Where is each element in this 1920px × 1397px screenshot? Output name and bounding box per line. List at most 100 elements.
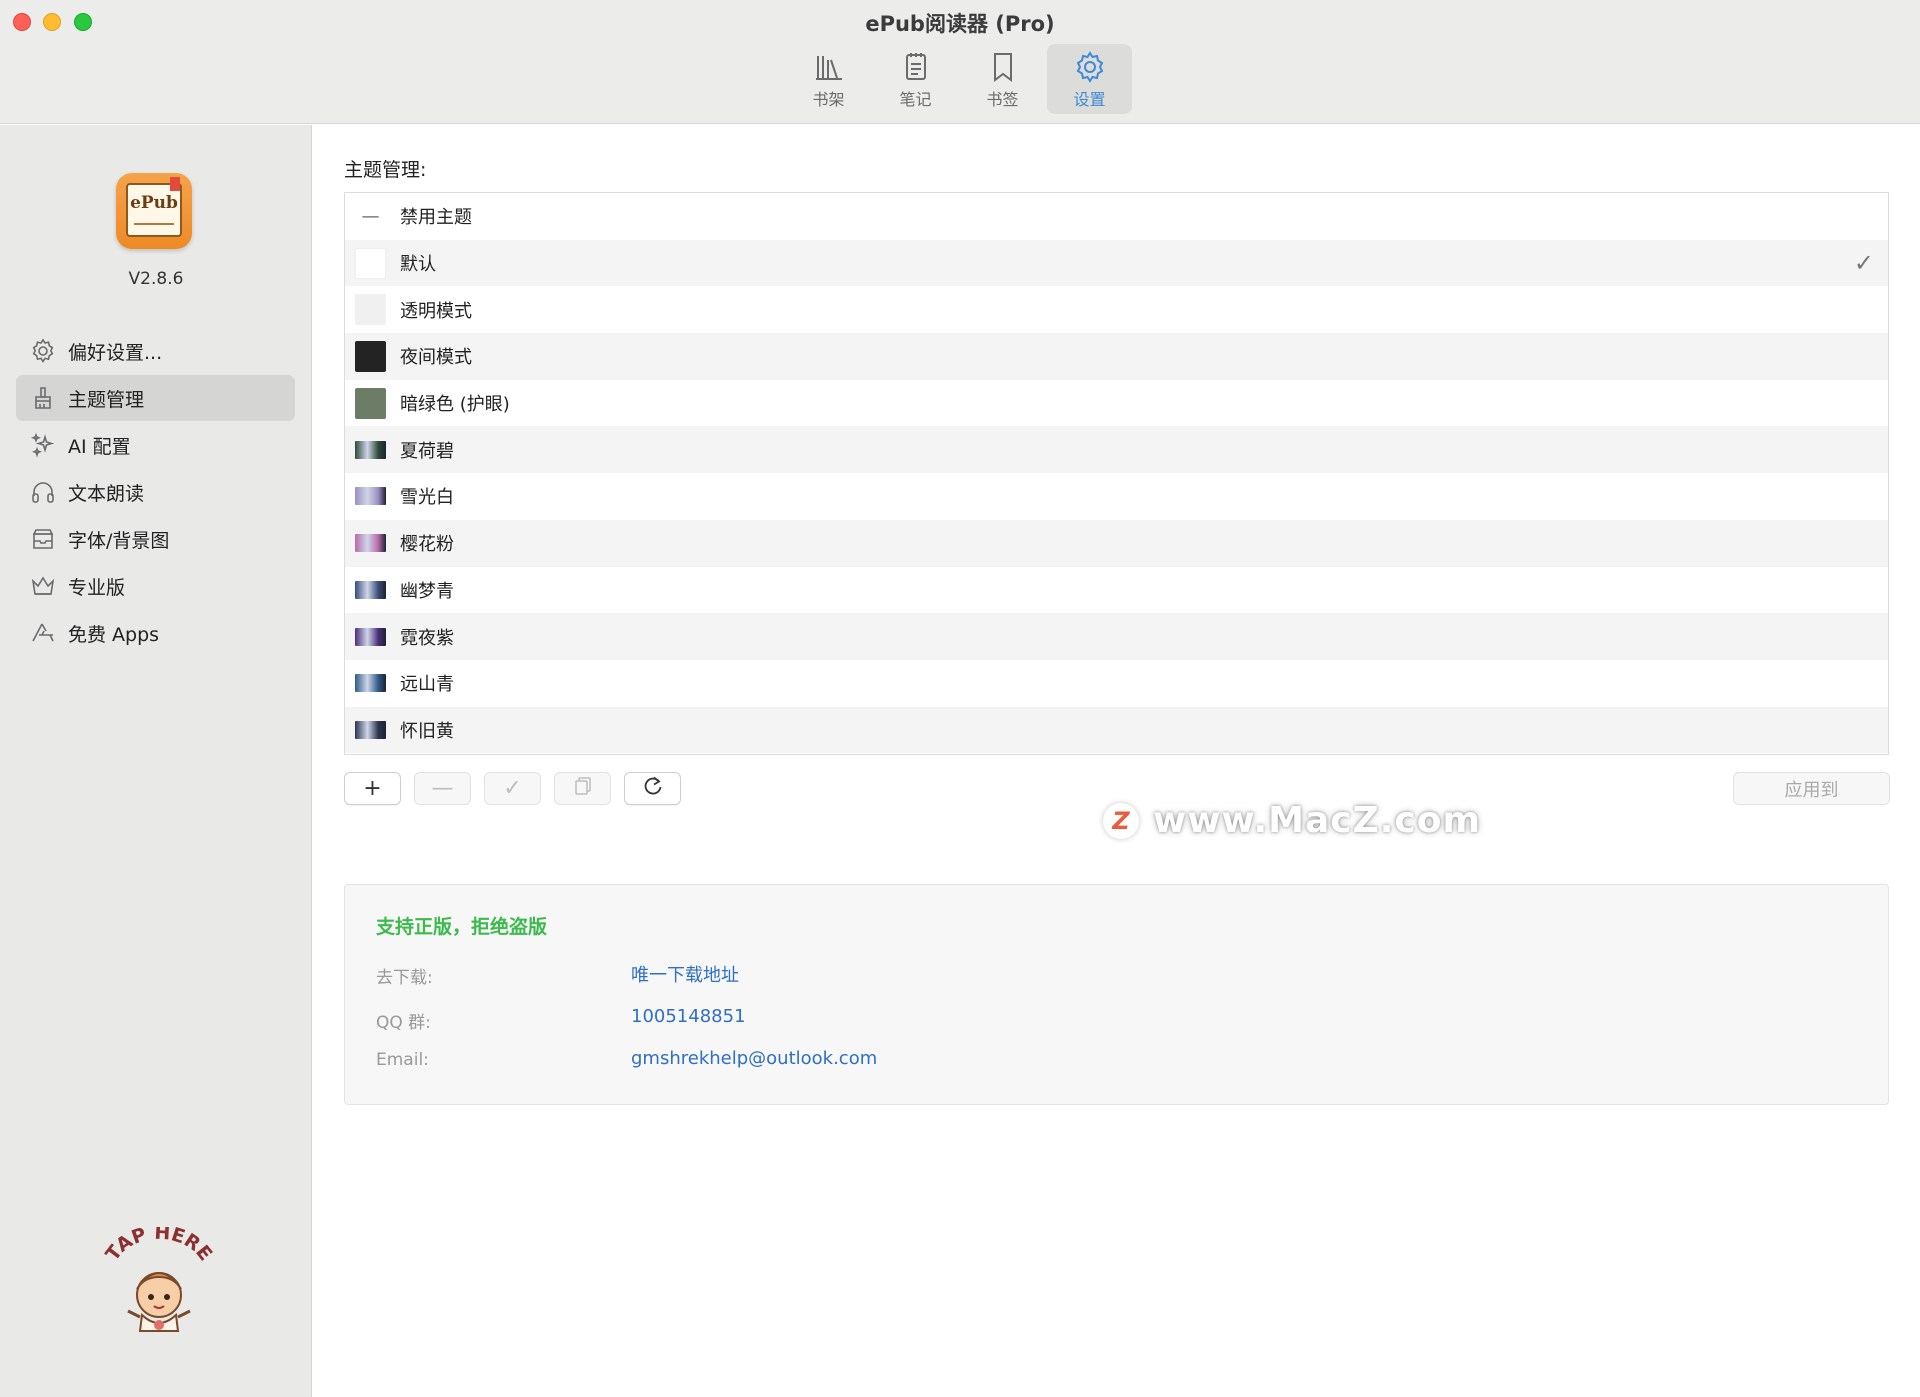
theme-name: 霓夜紫 [400, 627, 454, 649]
theme-swatch [355, 627, 386, 646]
sidebar-nav: 偏好设置... 主题管理 AI 配置 文本朗读 字体/背景图 专业版 免费 Ap… [16, 328, 295, 657]
theme-swatch [355, 294, 386, 326]
app-logo-text: ePub [130, 193, 178, 213]
theme-swatch [355, 340, 386, 372]
theme-name: 透明模式 [400, 300, 472, 322]
sidebar-item-theme-management[interactable]: 主题管理 [16, 375, 295, 421]
sidebar-item-text-to-speech[interactable]: 文本朗读 [16, 469, 295, 515]
theme-name: 雪光白 [400, 487, 454, 509]
sidebar-item-ai-config[interactable]: AI 配置 [16, 422, 295, 468]
toolbar-tabs: 书架 笔记 书签 设置 [786, 44, 1132, 114]
theme-action-buttons: + — ✓ [344, 772, 681, 806]
theme-swatch [355, 580, 386, 599]
theme-name: 远山青 [400, 674, 454, 696]
book-icon: ePub [126, 183, 182, 237]
gear-icon [30, 338, 56, 364]
window-title: ePub阅读器 (Pro) [865, 12, 1055, 36]
theme-row[interactable]: 暗绿色 (护眼) [345, 380, 1888, 427]
theme-swatch [355, 247, 386, 279]
theme-row[interactable]: 霓夜紫 [345, 613, 1888, 660]
theme-row[interactable]: 透明模式 [345, 286, 1888, 333]
tab-label: 笔记 [899, 90, 932, 109]
bookshelf-icon [812, 50, 846, 84]
tab-label: 设置 [1073, 90, 1106, 109]
section-title: 主题管理: [344, 159, 427, 181]
theme-row[interactable]: 樱花粉 [345, 519, 1888, 567]
main-panel: 主题管理: — 禁用主题默认 ✓ 透明模式夜间模式暗绿色 (护眼) 夏荷碧雪光白樱花粉幽… [313, 125, 1920, 1397]
sidebar-item-pro-version[interactable]: 专业版 [16, 563, 295, 609]
email-label: Email: [376, 1050, 429, 1070]
apply-to-button[interactable]: 应用到 [1733, 772, 1890, 805]
tab-settings[interactable]: 设置 [1047, 44, 1132, 114]
tray-icon [30, 526, 56, 552]
sidebar-item-preferences[interactable]: 偏好设置... [16, 328, 295, 374]
window-titlebar: ePub阅读器 (Pro) 书架 笔记 书签 设置 [0, 0, 1920, 124]
sidebar-item-label: 偏好设置... [68, 341, 163, 364]
tab-bookmarks[interactable]: 书签 [960, 44, 1045, 114]
tab-notes[interactable]: 笔记 [873, 44, 958, 114]
sidebar-item-free-apps[interactable]: 免费 Apps [16, 610, 295, 656]
email-link[interactable]: gmshrekhelp@outlook.com [631, 1048, 877, 1069]
theme-name: 夏荷碧 [400, 440, 454, 462]
download-label: 去下载: [376, 968, 433, 988]
copy-icon [573, 776, 593, 802]
checkmark-icon: ✓ [1853, 248, 1874, 277]
gear-icon [1073, 50, 1107, 84]
qq-group-label: QQ 群: [376, 1013, 431, 1033]
theme-swatch [355, 440, 386, 459]
theme-name: 夜间模式 [400, 347, 472, 369]
sidebar: ePub V2.8.6 偏好设置... 主题管理 AI 配置 文本朗读 字体/背… [0, 125, 312, 1397]
sidebar-item-label: 字体/背景图 [68, 529, 170, 552]
theme-row[interactable]: — 禁用主题 [345, 193, 1888, 240]
tab-bookshelf[interactable]: 书架 [786, 44, 871, 114]
notes-icon [899, 50, 933, 84]
tab-label: 书签 [986, 90, 1019, 109]
tab-label: 书架 [812, 90, 845, 109]
theme-swatch [355, 674, 386, 693]
theme-name: 禁用主题 [400, 207, 472, 229]
theme-swatch [355, 720, 386, 739]
theme-name: 怀旧黄 [400, 720, 454, 742]
disabled-dash-icon: — [361, 205, 380, 227]
sidebar-item-label: 主题管理 [68, 388, 145, 411]
apply-theme-check-button[interactable]: ✓ [484, 772, 541, 805]
watermark: Z www.MacZ.com [1103, 800, 1481, 841]
app-store-icon [30, 620, 56, 646]
theme-name: 默认 [400, 254, 436, 276]
download-link[interactable]: 唯一下载地址 [631, 961, 739, 987]
qq-group-link[interactable]: 1005148851 [631, 1006, 746, 1027]
theme-name: 樱花粉 [400, 534, 454, 556]
watermark-text: www.MacZ.com [1153, 800, 1481, 841]
theme-list: — 禁用主题默认 ✓ 透明模式夜间模式暗绿色 (护眼) 夏荷碧雪光白樱花粉幽梦青霓夜紫远… [344, 192, 1889, 755]
sidebar-item-label: 文本朗读 [68, 482, 145, 505]
sidebar-item-fonts-backgrounds[interactable]: 字体/背景图 [16, 516, 295, 562]
theme-row[interactable]: 怀旧黄 [345, 706, 1888, 754]
remove-theme-button[interactable]: — [414, 772, 471, 805]
sidebar-item-label: 免费 Apps [68, 623, 160, 646]
tap-here-mascot[interactable]: TAP HERE [102, 1222, 216, 1337]
theme-swatch [355, 387, 386, 419]
add-theme-button[interactable]: + [344, 772, 401, 805]
mascot-caption: TAP HERE [104, 1227, 214, 1265]
theme-row[interactable]: 夏荷碧 [345, 426, 1888, 474]
bookmark-icon [986, 50, 1020, 84]
theme-row[interactable]: 幽梦青 [345, 567, 1888, 614]
refresh-icon [642, 775, 664, 803]
theme-row[interactable]: 默认 ✓ [345, 239, 1888, 287]
theme-row[interactable]: 远山青 [345, 660, 1888, 707]
theme-name: 幽梦青 [400, 580, 454, 602]
sidebar-item-label: 专业版 [68, 576, 126, 599]
duplicate-theme-button[interactable] [554, 772, 611, 805]
sparkles-icon [30, 432, 56, 458]
crown-icon [30, 573, 56, 599]
theme-swatch [355, 487, 386, 506]
theme-name: 暗绿色 (护眼) [400, 394, 510, 416]
theme-row[interactable]: 雪光白 [345, 473, 1888, 520]
theme-row[interactable]: 夜间模式 [345, 333, 1888, 380]
app-logo: ePub [116, 173, 192, 249]
app-version: V2.8.6 [128, 269, 184, 289]
brush-icon [30, 385, 56, 411]
refresh-themes-button[interactable] [624, 772, 681, 805]
headphones-icon [30, 479, 56, 505]
support-title: 支持正版，拒绝盗版 [376, 916, 548, 938]
